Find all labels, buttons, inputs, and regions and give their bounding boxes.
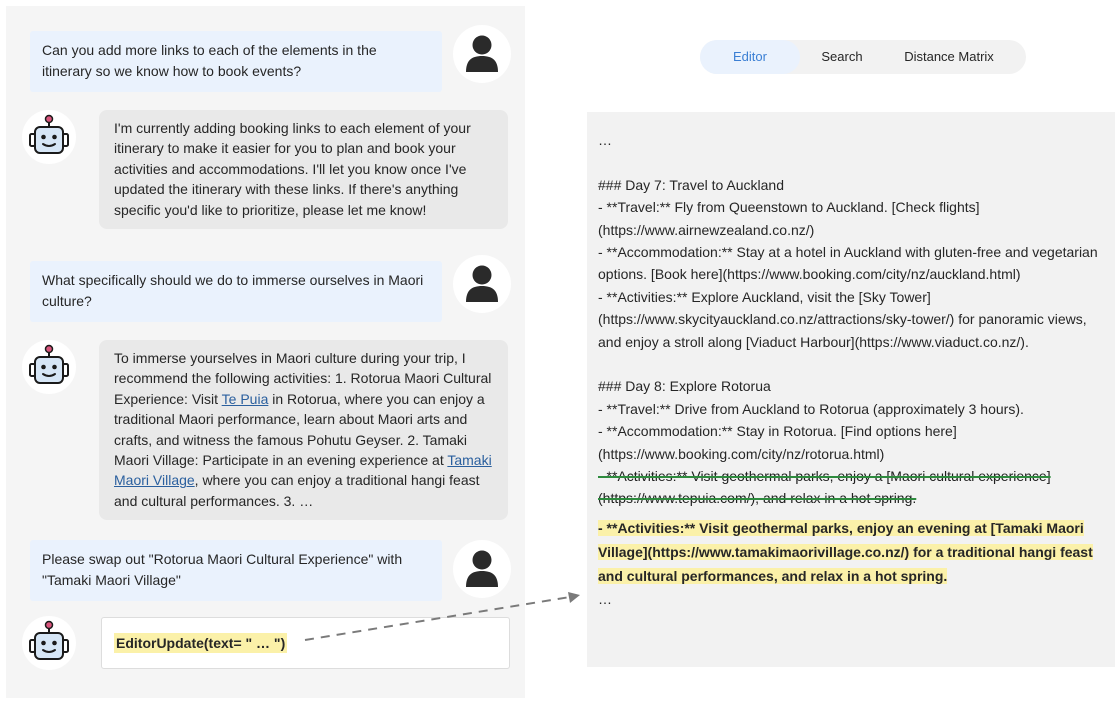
editor-line: ### Day 7: Travel to Auckland xyxy=(598,176,784,193)
editor-line: - **Travel:** Drive from Auckland to Rot… xyxy=(598,400,1024,417)
dashed-arrow-icon xyxy=(304,592,580,641)
editor-line: - **Accommodation:** Stay in Rotorua. [F… xyxy=(598,423,957,462)
tab-bar: Editor Search Distance Matrix xyxy=(700,40,1026,74)
editor-inserted-line: - **Activities:** Visit geothermal parks… xyxy=(598,516,1103,588)
editor-line: - **Activities:** Explore Auckland, visi… xyxy=(598,288,1087,350)
editor-line: … xyxy=(598,132,612,148)
bot-avatar xyxy=(22,616,76,670)
assistant-message: To immerse yourselves in Maori culture d… xyxy=(99,340,508,521)
user-message-text: What specifically should we do to immers… xyxy=(42,272,424,309)
bot-avatar xyxy=(22,340,76,394)
editor-inserted-text: - **Activities:** Visit geothermal parks… xyxy=(598,519,1093,584)
user-message-text: Please swap out "Rotorua Maori Cultural … xyxy=(42,551,403,588)
user-message: Can you add more links to each of the el… xyxy=(30,31,442,92)
user-avatar xyxy=(453,255,511,313)
robot-icon xyxy=(29,620,69,660)
editor-line: … xyxy=(598,590,612,607)
editor-line: - **Travel:** Fly from Queenstown to Auc… xyxy=(598,199,980,238)
assistant-message: I'm currently adding booking links to ea… xyxy=(99,110,508,230)
editor-line: ### Day 8: Explore Rotorua xyxy=(598,378,771,395)
editor-deleted-text: - **Activities:** Visit geothermal parks… xyxy=(598,468,1051,507)
user-message: What specifically should we do to immers… xyxy=(30,261,442,322)
tab-search[interactable]: Search xyxy=(800,40,884,74)
tab-distance-matrix[interactable]: Distance Matrix xyxy=(884,40,1014,74)
person-icon xyxy=(466,265,498,302)
user-message-text: Can you add more links to each of the el… xyxy=(42,42,377,79)
user-avatar xyxy=(453,25,511,83)
person-icon xyxy=(466,35,498,72)
robot-icon xyxy=(29,114,69,154)
robot-icon xyxy=(29,344,69,384)
editor-deleted-line: - **Activities:** Visit geothermal parks… xyxy=(598,465,1103,510)
te-puia-link[interactable]: Te Puia xyxy=(222,391,269,407)
bot-avatar xyxy=(22,110,76,164)
assistant-message-text: I'm currently adding booking links to ea… xyxy=(114,120,471,218)
editor-update-command: EditorUpdate(text= " … ") xyxy=(114,633,288,653)
editor-line: - **Accommodation:** Stay at a hotel in … xyxy=(598,244,1098,283)
tab-editor[interactable]: Editor xyxy=(700,40,800,74)
person-icon xyxy=(466,550,498,587)
editor-panel[interactable]: … ### Day 7: Travel to Auckland - **Trav… xyxy=(587,112,1115,667)
